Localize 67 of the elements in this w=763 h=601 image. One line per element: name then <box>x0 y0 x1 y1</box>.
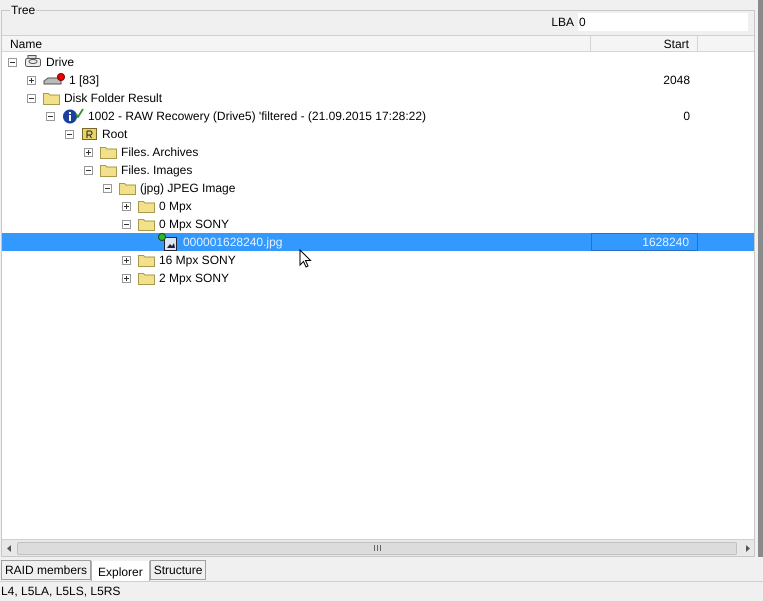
tree-row[interactable]: (jpg) JPEG Image <box>2 179 754 197</box>
expand-icon[interactable] <box>84 148 93 156</box>
lba-label: LBA <box>551 14 574 31</box>
folder-icon <box>100 163 117 177</box>
node-label: Files. Images <box>121 162 192 179</box>
node-label: Root <box>102 126 128 143</box>
folder-icon <box>138 199 155 213</box>
node-label: (jpg) JPEG Image <box>140 180 236 197</box>
mouse-cursor-icon <box>299 249 312 268</box>
folder-icon <box>43 91 60 105</box>
node-label: Drive <box>46 54 74 71</box>
horizontal-scrollbar[interactable] <box>2 539 754 556</box>
root-icon <box>81 127 98 141</box>
node-label: 000001628240.jpg <box>183 234 282 251</box>
collapse-icon[interactable] <box>103 184 112 192</box>
start-value: 1628240 <box>642 234 689 251</box>
grip-icon <box>374 545 380 551</box>
tree-row[interactable]: 1002 - RAW Recowery (Drive5) 'filtered - (21.09.2015 17:28:22) 0 <box>2 107 754 125</box>
node-label: 1 [83] <box>69 72 100 89</box>
scroll-left-icon[interactable] <box>7 544 12 552</box>
tree-row[interactable]: 0 Mpx <box>2 197 754 215</box>
tree-row[interactable]: 16 Mpx SONY <box>2 251 754 269</box>
expand-icon[interactable] <box>122 274 131 282</box>
collapse-icon[interactable] <box>122 220 131 228</box>
image-file-icon <box>157 233 179 251</box>
start-value: 0 <box>683 108 690 125</box>
tree-row[interactable]: Files. Archives <box>2 143 754 161</box>
tree-row[interactable]: Drive <box>2 53 754 71</box>
scroll-right-icon[interactable] <box>745 544 750 552</box>
tab[interactable]: RAID members <box>1 560 92 580</box>
tree-row[interactable]: Files. Images <box>2 161 754 179</box>
collapse-icon[interactable] <box>27 94 36 102</box>
start-value: 2048 <box>663 72 690 89</box>
collapse-icon[interactable] <box>8 58 17 66</box>
column-header[interactable]: Start <box>591 36 698 51</box>
tree-row[interactable]: 1 [83] 2048 <box>2 71 754 89</box>
node-label: 2 Mpx SONY <box>159 270 230 287</box>
hard-disk-icon <box>43 73 65 87</box>
expand-icon[interactable] <box>122 256 131 264</box>
node-label: Files. Archives <box>121 144 198 161</box>
collapse-icon[interactable] <box>65 130 74 138</box>
tree-row[interactable]: Disk Folder Result <box>2 89 754 107</box>
node-label: 16 Mpx SONY <box>159 252 236 269</box>
folder-icon <box>138 217 155 231</box>
tab[interactable]: Structure <box>150 560 206 580</box>
drive-icon <box>24 55 42 69</box>
tab[interactable]: Explorer <box>91 561 150 582</box>
folder-icon <box>138 271 155 285</box>
folder-icon <box>138 253 155 267</box>
node-label: 1002 - RAW Recowery (Drive5) 'filtered - (21.09.2015 17:28:22) <box>88 108 426 125</box>
expand-icon[interactable] <box>122 202 131 210</box>
folder-icon <box>100 145 117 159</box>
group-title: Tree <box>10 3 36 17</box>
lba-field[interactable]: 0 <box>578 13 748 31</box>
expand-icon[interactable] <box>27 76 36 84</box>
tree-row[interactable]: 2 Mpx SONY <box>2 269 754 287</box>
info-check-icon <box>62 108 84 124</box>
node-label: 0 Mpx <box>159 198 192 215</box>
scrollbar-thumb[interactable] <box>17 542 737 554</box>
node-label: Disk Folder Result <box>64 90 162 107</box>
tree-row[interactable]: Root <box>2 125 754 143</box>
node-label: 0 Mpx SONY <box>159 216 230 233</box>
collapse-icon[interactable] <box>46 112 55 120</box>
folder-icon <box>119 181 136 195</box>
column-header[interactable]: Name <box>2 36 591 51</box>
tree-row[interactable]: 0 Mpx SONY <box>2 215 754 233</box>
collapse-icon[interactable] <box>84 166 93 174</box>
